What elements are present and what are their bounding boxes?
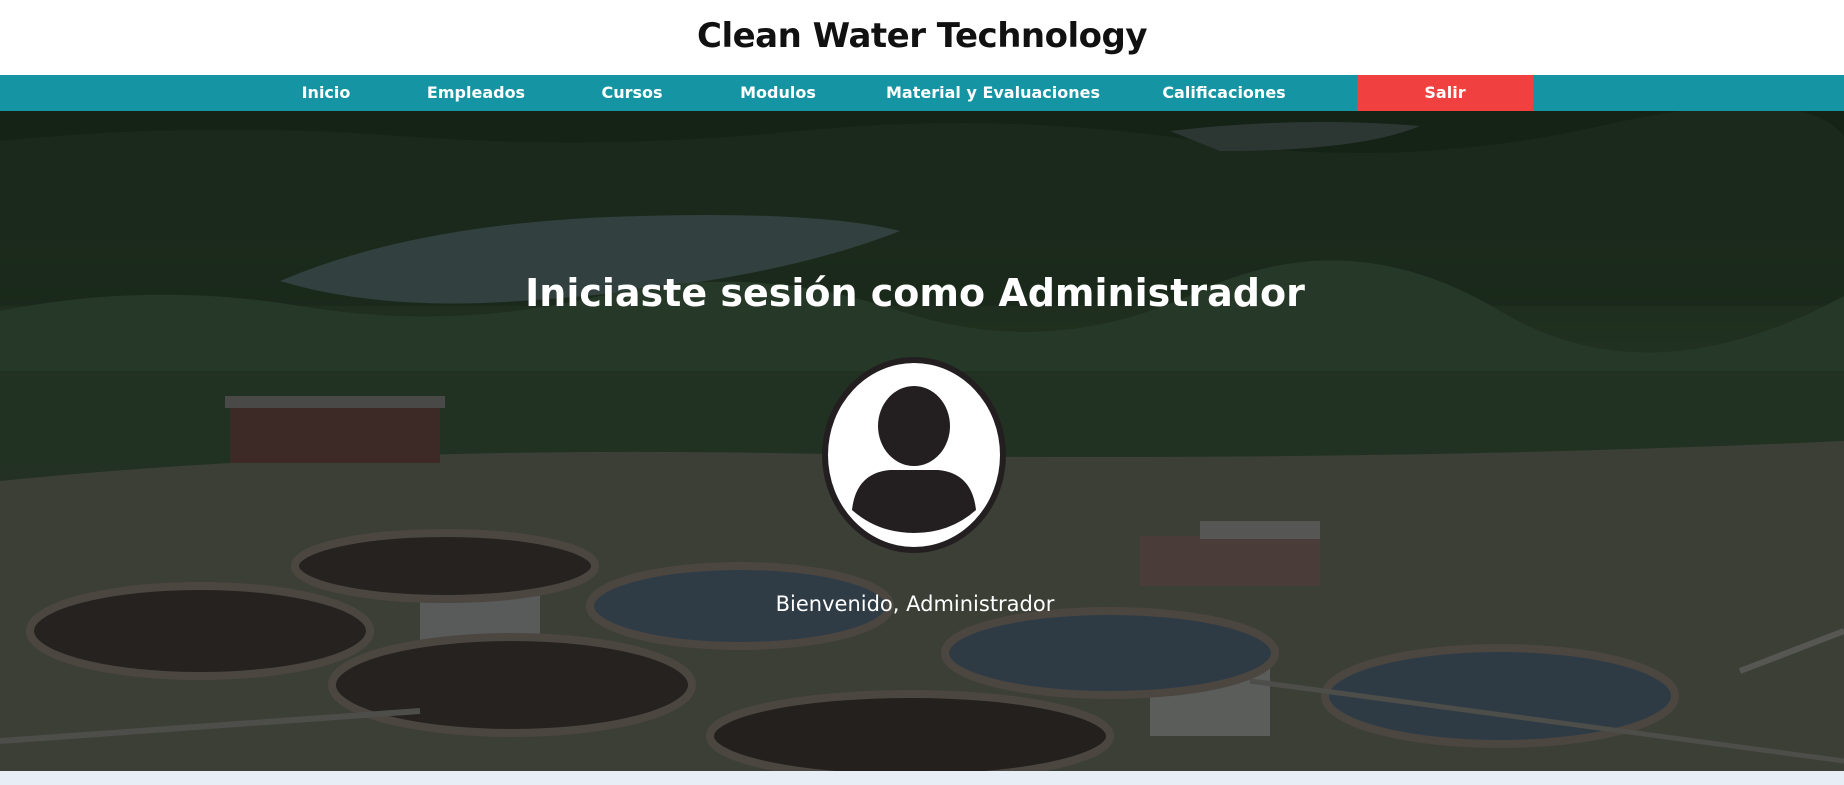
logout-button[interactable]: Salir (1357, 75, 1533, 111)
nav-item-empleados[interactable]: Empleados (420, 75, 532, 111)
main-navbar: Inicio Empleados Cursos Modulos Material… (0, 75, 1844, 111)
nav-item-cursos[interactable]: Cursos (595, 75, 669, 111)
welcome-message: Bienvenido, Administrador (775, 592, 1055, 616)
hero-section: Iniciaste sesión como Administrador Bien… (0, 111, 1844, 771)
user-avatar-icon (822, 357, 1006, 553)
nav-item-inicio[interactable]: Inicio (292, 75, 360, 111)
nav-item-calificaciones[interactable]: Calificaciones (1160, 75, 1288, 111)
login-status-heading: Iniciaste sesión como Administrador (525, 271, 1305, 315)
nav-item-material-evaluaciones[interactable]: Material y Evaluaciones (886, 75, 1100, 111)
site-header: Clean Water Technology (0, 0, 1844, 75)
nav-item-modulos[interactable]: Modulos (737, 75, 819, 111)
site-title: Clean Water Technology (697, 15, 1147, 56)
page-bottom-strip (0, 771, 1844, 785)
